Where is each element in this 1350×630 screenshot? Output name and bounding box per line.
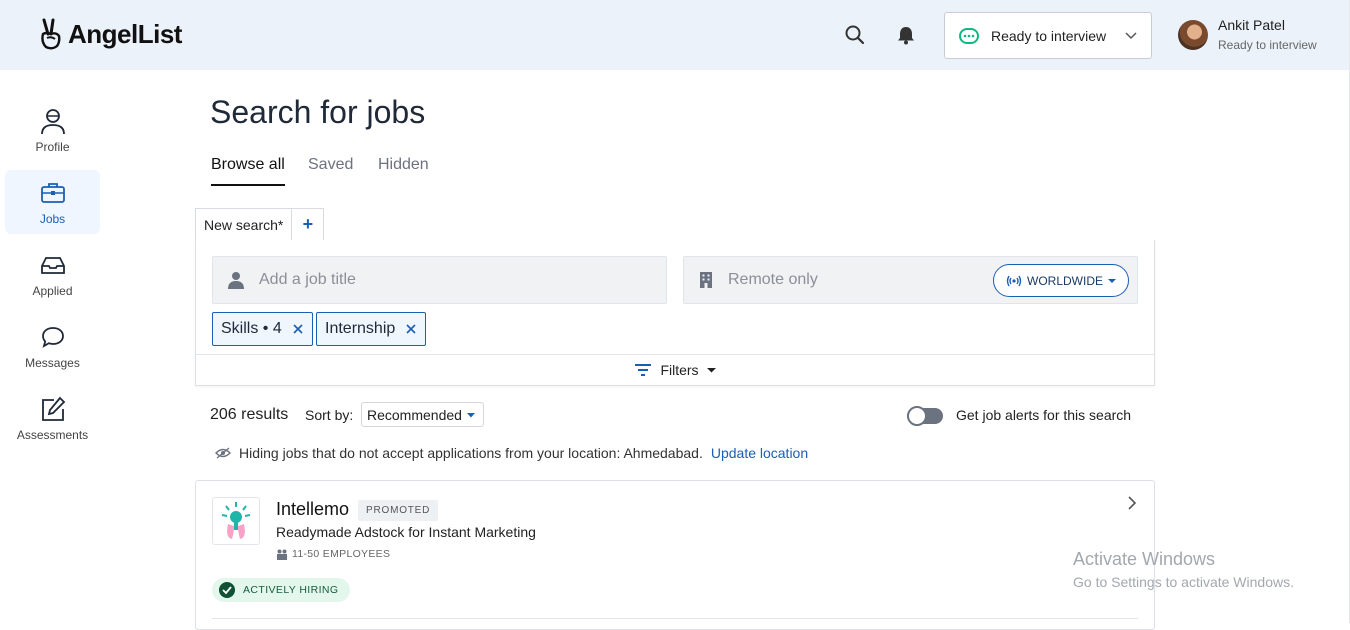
page-title: Search for jobs bbox=[210, 94, 426, 130]
actively-hiring-badge: ACTIVELY HIRING bbox=[212, 578, 351, 602]
check-circle-icon bbox=[219, 582, 235, 598]
job-alerts-toggle[interactable] bbox=[907, 406, 943, 426]
saved-search-tabs: New search* + bbox=[195, 208, 325, 240]
caret-down-icon bbox=[467, 413, 475, 418]
results-count: 206 results bbox=[210, 406, 289, 423]
sidebar-item-assessments[interactable]: Assessments bbox=[5, 386, 100, 450]
company-size-text: 11-50 EMPLOYEES bbox=[292, 548, 391, 560]
add-search-button[interactable]: + bbox=[292, 209, 323, 240]
profile-icon bbox=[40, 109, 65, 135]
filters-button[interactable]: Filters bbox=[196, 354, 1154, 385]
filter-icon bbox=[635, 364, 652, 376]
person-icon bbox=[228, 272, 244, 289]
hiring-text: ACTIVELY HIRING bbox=[243, 584, 339, 596]
filters-label: Filters bbox=[660, 362, 699, 378]
victory-hand-icon bbox=[41, 18, 61, 50]
worldwide-label: WORLDWIDE bbox=[1027, 273, 1103, 288]
windows-activation-watermark: Activate Windows Go to Settings to activ… bbox=[1073, 549, 1294, 590]
toggle-knob bbox=[907, 406, 927, 426]
status-label: Ready to interview bbox=[991, 27, 1107, 44]
sort-select[interactable]: Recommended bbox=[361, 402, 484, 427]
sidebar-item-label: Assessments bbox=[16, 428, 89, 442]
watermark-subtitle: Go to Settings to activate Windows. bbox=[1073, 574, 1294, 590]
brand-name: AngelList bbox=[68, 18, 182, 49]
location-placeholder: Remote only bbox=[728, 271, 818, 288]
sort-label: Sort by: bbox=[305, 407, 354, 423]
location-input[interactable]: Remote only WORLDWIDE bbox=[683, 256, 1138, 304]
eye-off-icon bbox=[215, 447, 231, 459]
card-divider bbox=[212, 618, 1138, 619]
sidebar-item-messages[interactable]: Messages bbox=[5, 314, 100, 378]
job-title-input[interactable]: Add a job title bbox=[212, 256, 667, 304]
sidebar-item-jobs[interactable]: Jobs bbox=[5, 170, 100, 234]
location-notice: Hiding jobs that do not accept applicati… bbox=[215, 445, 808, 461]
worldwide-dropdown[interactable]: WORLDWIDE bbox=[993, 264, 1129, 297]
search-panel: Add a job title Remote only WORLDWIDE Sk… bbox=[195, 240, 1155, 386]
watermark-title: Activate Windows bbox=[1073, 549, 1216, 569]
chip-label: Internship bbox=[325, 320, 396, 337]
company-logo bbox=[212, 497, 260, 545]
close-icon[interactable] bbox=[405, 323, 417, 335]
bell-icon[interactable] bbox=[895, 24, 917, 46]
sidebar-item-label: Jobs bbox=[39, 212, 66, 226]
job-alerts-label: Get job alerts for this search bbox=[956, 407, 1132, 423]
briefcase-icon bbox=[40, 183, 65, 203]
sidebar-item-label: Profile bbox=[35, 140, 70, 154]
close-icon[interactable] bbox=[292, 323, 304, 335]
inbox-icon bbox=[40, 257, 65, 274]
company-name[interactable]: Intellemo bbox=[276, 499, 349, 520]
chevron-right-icon[interactable] bbox=[1126, 495, 1138, 511]
caret-down-icon bbox=[706, 368, 716, 373]
skills-chip[interactable]: Skills • 4 bbox=[212, 312, 313, 346]
caret-down-icon bbox=[1108, 278, 1116, 283]
intellemo-logo-icon bbox=[221, 502, 251, 539]
tab-hidden[interactable]: Hidden bbox=[378, 156, 429, 184]
job-title-placeholder: Add a job title bbox=[259, 271, 356, 288]
chevron-down-icon bbox=[1125, 32, 1137, 40]
location-notice-text: Hiding jobs that do not accept applicati… bbox=[239, 445, 703, 461]
chat-dots-icon bbox=[959, 27, 979, 44]
update-location-link[interactable]: Update location bbox=[711, 445, 808, 461]
user-status: Ready to interview bbox=[1218, 38, 1317, 52]
sidebar-item-label: Applied bbox=[32, 284, 73, 298]
chat-icon bbox=[41, 327, 64, 348]
search-icon[interactable] bbox=[844, 24, 866, 46]
angellist-logo[interactable]: AngelList bbox=[38, 18, 182, 50]
building-icon bbox=[700, 272, 712, 288]
sort-value: Recommended bbox=[367, 406, 462, 423]
company-card[interactable]: Intellemo PROMOTED Readymade Adstock for… bbox=[195, 480, 1155, 630]
company-tagline: Readymade Adstock for Instant Marketing bbox=[276, 524, 536, 540]
edit-icon bbox=[41, 396, 65, 421]
search-tab-new[interactable]: New search* bbox=[196, 209, 293, 240]
sidebar-item-label: Messages bbox=[25, 356, 80, 370]
user-name[interactable]: Ankit Patel bbox=[1218, 17, 1285, 33]
promoted-badge: PROMOTED bbox=[358, 500, 439, 521]
broadcast-icon bbox=[1006, 275, 1022, 286]
top-header: AngelList Ready to interview Ankit Patel… bbox=[0, 0, 1350, 70]
people-icon bbox=[277, 549, 287, 560]
chip-label: Skills • 4 bbox=[221, 320, 282, 337]
company-size: 11-50 EMPLOYEES bbox=[276, 548, 390, 560]
sidebar-item-applied[interactable]: Applied bbox=[5, 242, 100, 306]
interview-status-dropdown[interactable]: Ready to interview bbox=[944, 12, 1152, 59]
tab-saved[interactable]: Saved bbox=[308, 156, 353, 184]
internship-chip[interactable]: Internship bbox=[316, 312, 427, 346]
avatar[interactable] bbox=[1178, 20, 1208, 50]
sidebar-item-profile[interactable]: Profile bbox=[5, 98, 100, 162]
tab-browse-all[interactable]: Browse all bbox=[211, 156, 285, 186]
